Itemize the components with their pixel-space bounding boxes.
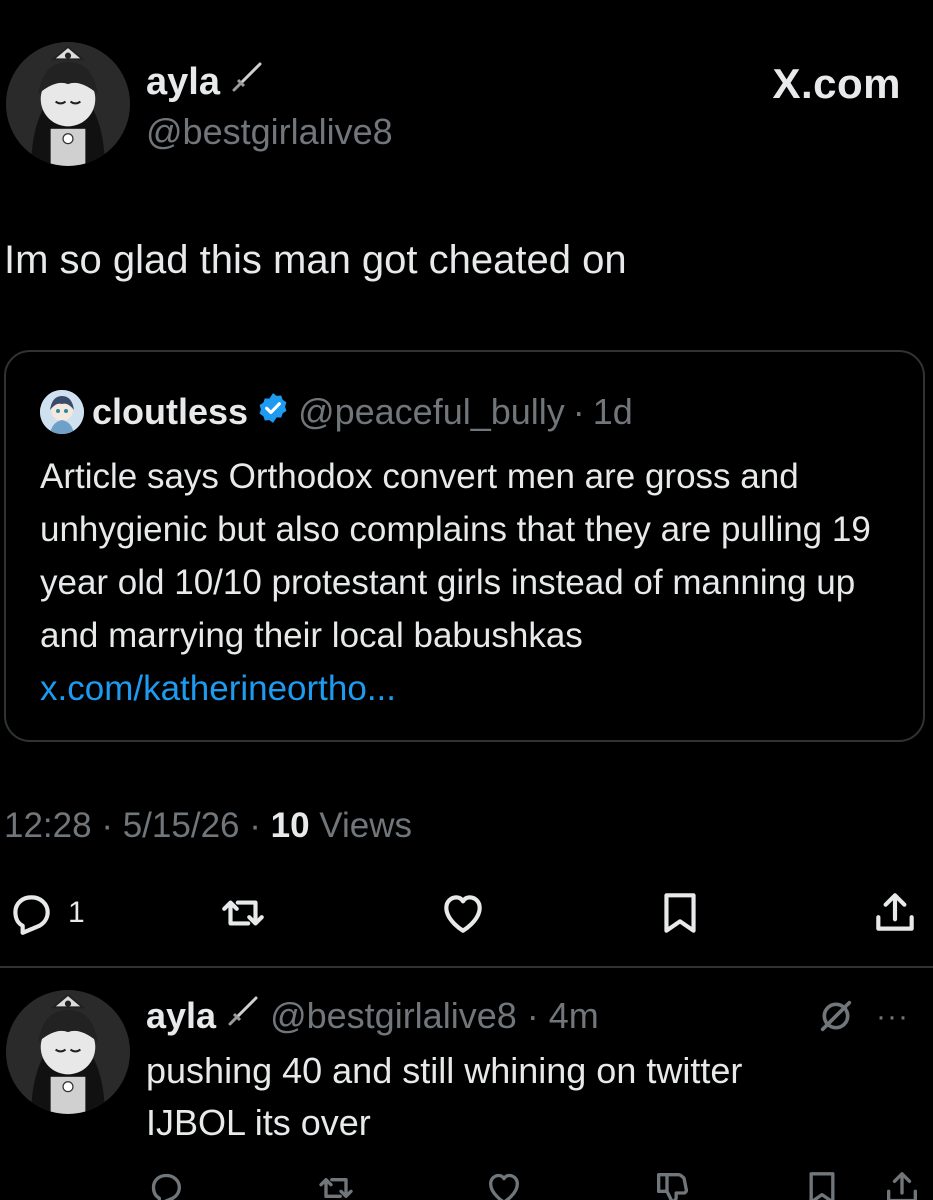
author-name-text: ayla xyxy=(146,60,220,103)
divider xyxy=(0,966,933,968)
brand-watermark: X.com xyxy=(772,60,901,107)
reply-icon xyxy=(6,888,56,938)
bookmark-icon xyxy=(802,1168,842,1200)
share-icon xyxy=(870,888,920,938)
bookmark-icon xyxy=(655,888,705,938)
reply-icon xyxy=(146,1168,186,1200)
reply-text-line-1: pushing 40 and still whining on twitter xyxy=(146,1050,743,1091)
retweet-icon xyxy=(218,888,268,938)
reply-retweet-button[interactable] xyxy=(316,1168,356,1200)
reply-timestamp[interactable]: 4m xyxy=(549,995,599,1037)
quote-link[interactable]: x.com/katherineortho... xyxy=(40,669,396,708)
reply-dislike-button[interactable] xyxy=(652,1168,692,1200)
sword-icon xyxy=(226,994,260,1037)
quote-body: Article says Orthodox convert men are gr… xyxy=(40,457,871,655)
views-count: 10 xyxy=(270,806,310,845)
quote-timestamp[interactable]: 1d xyxy=(593,391,633,433)
mute-icon[interactable] xyxy=(816,996,856,1041)
reply-author-handle[interactable]: @bestgirlalive8 xyxy=(270,995,517,1037)
tweet-time: 12:28 xyxy=(4,806,92,845)
share-button[interactable] xyxy=(870,888,920,938)
reply-like-button[interactable] xyxy=(484,1168,524,1200)
more-icon[interactable]: ··· xyxy=(876,1000,909,1034)
reply-bookmark-button[interactable] xyxy=(802,1168,842,1200)
like-icon xyxy=(484,1168,524,1200)
reply-count: 1 xyxy=(68,896,85,929)
tweet-date: 5/15/26 xyxy=(122,806,240,845)
dislike-icon xyxy=(652,1168,692,1200)
quoted-tweet-card[interactable]: cloutless @peaceful_bully · 1d Article s… xyxy=(4,350,925,742)
reply-button[interactable]: 1 xyxy=(6,888,85,938)
reply-header: ayla @bestgirlalive8 · 4m xyxy=(146,994,599,1037)
reply-author-name[interactable]: ayla xyxy=(146,995,216,1037)
share-icon xyxy=(882,1168,922,1200)
quote-header: cloutless @peaceful_bully · 1d xyxy=(40,390,633,434)
meta-sep-1: · xyxy=(101,806,113,845)
author-name[interactable]: ayla xyxy=(146,60,264,104)
author-handle[interactable]: @bestgirlalive8 xyxy=(146,111,393,153)
meta-sep-2: · xyxy=(249,806,261,845)
reply-text-line-2: IJBOL its over xyxy=(146,1102,371,1143)
sword-icon xyxy=(230,60,264,104)
quote-author-handle[interactable]: @peaceful_bully xyxy=(298,391,565,433)
retweet-icon xyxy=(316,1168,356,1200)
quote-text: Article says Orthodox convert men are gr… xyxy=(40,450,900,715)
quote-separator: · xyxy=(572,391,585,432)
tweet-text: Im so glad this man got cheated on xyxy=(4,238,627,282)
quote-author-name[interactable]: cloutless xyxy=(92,391,248,433)
reply-reply-button[interactable] xyxy=(146,1168,186,1200)
tweet-meta: 12:28 · 5/15/26 · 10 Views xyxy=(4,806,412,846)
views-label: Views xyxy=(319,806,413,845)
verified-badge-icon xyxy=(256,391,290,434)
bookmark-button[interactable] xyxy=(655,888,705,938)
like-icon xyxy=(438,888,488,938)
retweet-button[interactable] xyxy=(218,888,268,938)
reply-share-button[interactable] xyxy=(882,1168,922,1200)
quote-avatar[interactable] xyxy=(40,390,84,434)
reply-text: pushing 40 and still whining on twitter … xyxy=(146,1045,886,1149)
author-avatar[interactable] xyxy=(6,42,130,166)
like-button[interactable] xyxy=(438,888,488,938)
reply-author-avatar[interactable] xyxy=(6,990,130,1114)
reply-separator: · xyxy=(526,994,539,1036)
